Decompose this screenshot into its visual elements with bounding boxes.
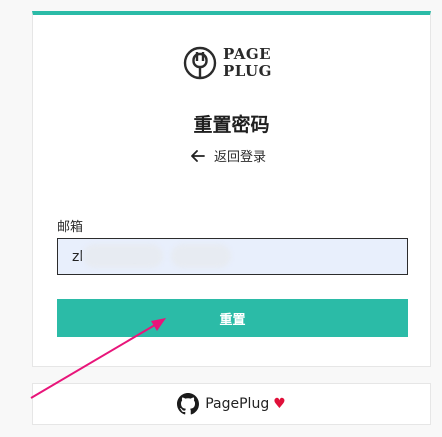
email-label: 邮箱 — [57, 220, 84, 235]
logo-line-1: PAGE — [223, 45, 272, 63]
footer-link-text: PagePlug — [205, 396, 270, 412]
back-to-login-link[interactable]: 返回登录 — [191, 146, 266, 165]
logo-wordmark: PAGE PLUG — [223, 46, 272, 80]
page: PAGE PLUG 重置密码 返回登录 邮箱 重置 PagePlug ♥ — [0, 0, 442, 437]
heart-icon: ♥ — [273, 396, 286, 412]
pageplug-github-link[interactable]: PagePlug ♥ — [177, 393, 286, 415]
redaction-blur — [171, 244, 231, 268]
logo-line-2: PLUG — [223, 62, 272, 80]
reset-password-card: PAGE PLUG 重置密码 返回登录 邮箱 重置 — [32, 11, 431, 367]
github-icon — [177, 393, 200, 415]
plug-logo-icon — [183, 46, 217, 80]
page-title: 重置密码 — [193, 114, 270, 136]
redaction-blur — [83, 244, 163, 268]
back-link-label: 返回登录 — [214, 150, 267, 165]
reset-button[interactable]: 重置 — [57, 299, 408, 337]
arrow-left-icon — [191, 149, 205, 162]
footer: PagePlug ♥ — [32, 383, 431, 425]
pageplug-logo: PAGE PLUG — [183, 46, 272, 80]
